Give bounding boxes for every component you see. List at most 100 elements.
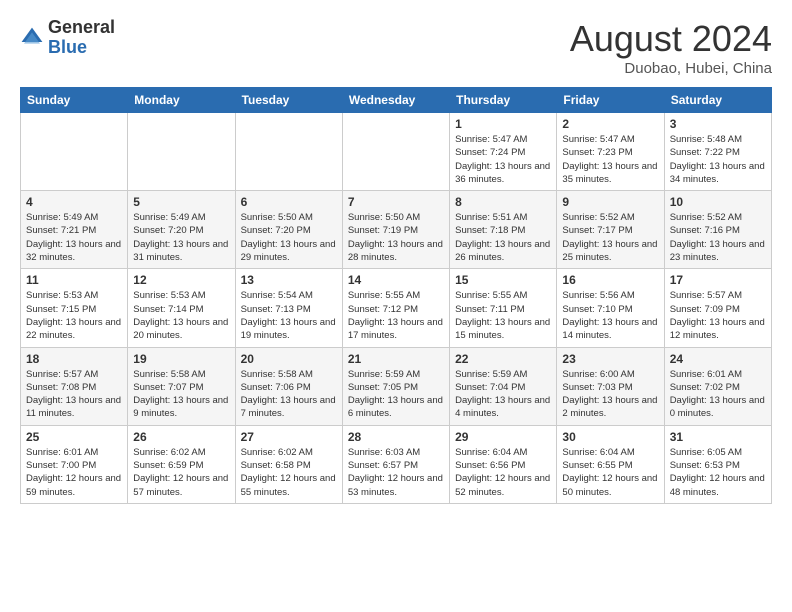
calendar-cell: 31 Sunrise: 6:05 AM Sunset: 6:53 PM Dayli… [664, 425, 771, 503]
day-info: Sunrise: 5:58 AM Sunset: 7:07 PM Dayligh… [133, 368, 229, 421]
day-number: 9 [562, 195, 658, 209]
day-number: 4 [26, 195, 122, 209]
day-info: Sunrise: 6:05 AM Sunset: 6:53 PM Dayligh… [670, 446, 766, 499]
day-number: 2 [562, 117, 658, 131]
day-info: Sunrise: 5:56 AM Sunset: 7:10 PM Dayligh… [562, 289, 658, 342]
calendar-cell: 22Sunrise: 5:59 AM Sunset: 7:04 PM Dayli… [450, 347, 557, 425]
day-info: Sunrise: 5:51 AM Sunset: 7:18 PM Dayligh… [455, 211, 551, 264]
day-number: 3 [670, 117, 766, 131]
calendar-cell: 6 Sunrise: 5:50 AM Sunset: 7:20 PM Daylig… [235, 191, 342, 269]
calendar-cell [21, 113, 128, 191]
day-number: 12 [133, 273, 229, 287]
calendar-cell: 18 Sunrise: 5:57 AM Sunset: 7:08 PM Dayli… [21, 347, 128, 425]
calendar-cell: 5 Sunrise: 5:49 AM Sunset: 7:20 PM Daylig… [128, 191, 235, 269]
day-info: Sunrise: 6:02 AM Sunset: 6:58 PM Dayligh… [241, 446, 337, 499]
calendar-cell [128, 113, 235, 191]
day-info: Sunrise: 5:52 AM Sunset: 7:17 PM Dayligh… [562, 211, 658, 264]
calendar-cell: 9 Sunrise: 5:52 AM Sunset: 7:17 PM Daylig… [557, 191, 664, 269]
day-info: Sunrise: 6:04 AM Sunset: 6:56 PM Dayligh… [455, 446, 551, 499]
weekday-header-wednesday: Wednesday [342, 88, 449, 113]
calendar-cell: 3 Sunrise: 5:48 AM Sunset: 7:22 PM Daylig… [664, 113, 771, 191]
calendar-cell: 19 Sunrise: 5:58 AM Sunset: 7:07 PM Dayli… [128, 347, 235, 425]
day-info: Sunrise: 6:00 AM Sunset: 7:03 PM Dayligh… [562, 368, 658, 421]
calendar-cell: 21 Sunrise: 5:59 AM Sunset: 7:05 PM Dayli… [342, 347, 449, 425]
day-number: 14 [348, 273, 444, 287]
day-number: 6 [241, 195, 337, 209]
day-number: 18 [26, 352, 122, 366]
day-number: 16 [562, 273, 658, 287]
day-info: Sunrise: 5:53 AM Sunset: 7:14 PM Dayligh… [133, 289, 229, 342]
calendar-cell: 26Sunrise: 6:02 AM Sunset: 6:59 PM Dayli… [128, 425, 235, 503]
day-info: Sunrise: 5:49 AM Sunset: 7:20 PM Dayligh… [133, 211, 229, 264]
week-row-2: 4 Sunrise: 5:49 AM Sunset: 7:21 PM Daylig… [21, 191, 772, 269]
day-number: 20 [241, 352, 337, 366]
day-info: Sunrise: 5:59 AM Sunset: 7:05 PM Dayligh… [348, 368, 444, 421]
calendar-cell: 27Sunrise: 6:02 AM Sunset: 6:58 PM Dayli… [235, 425, 342, 503]
day-info: Sunrise: 6:01 AM Sunset: 7:02 PM Dayligh… [670, 368, 766, 421]
weekday-header-thursday: Thursday [450, 88, 557, 113]
day-info: Sunrise: 6:02 AM Sunset: 6:59 PM Dayligh… [133, 446, 229, 499]
day-info: Sunrise: 5:53 AM Sunset: 7:15 PM Dayligh… [26, 289, 122, 342]
calendar-cell: 4 Sunrise: 5:49 AM Sunset: 7:21 PM Daylig… [21, 191, 128, 269]
day-info: Sunrise: 5:48 AM Sunset: 7:22 PM Dayligh… [670, 133, 766, 186]
week-row-3: 11 Sunrise: 5:53 AM Sunset: 7:15 PM Dayli… [21, 269, 772, 347]
weekday-header-tuesday: Tuesday [235, 88, 342, 113]
day-number: 29 [455, 430, 551, 444]
weekday-header-saturday: Saturday [664, 88, 771, 113]
calendar-cell: 10 Sunrise: 5:52 AM Sunset: 7:16 PM Dayli… [664, 191, 771, 269]
logo-text: General Blue [48, 18, 115, 58]
calendar-cell: 20 Sunrise: 5:58 AM Sunset: 7:06 PM Dayli… [235, 347, 342, 425]
day-number: 5 [133, 195, 229, 209]
calendar-cell: 16 Sunrise: 5:56 AM Sunset: 7:10 PM Dayli… [557, 269, 664, 347]
day-info: Sunrise: 5:54 AM Sunset: 7:13 PM Dayligh… [241, 289, 337, 342]
day-number: 15 [455, 273, 551, 287]
day-info: Sunrise: 6:03 AM Sunset: 6:57 PM Dayligh… [348, 446, 444, 499]
week-row-1: 1 Sunrise: 5:47 AM Sunset: 7:24 PM Daylig… [21, 113, 772, 191]
day-info: Sunrise: 5:49 AM Sunset: 7:21 PM Dayligh… [26, 211, 122, 264]
day-info: Sunrise: 5:58 AM Sunset: 7:06 PM Dayligh… [241, 368, 337, 421]
calendar-cell: 15Sunrise: 5:55 AM Sunset: 7:11 PM Dayli… [450, 269, 557, 347]
month-title: August 2024 [570, 18, 772, 60]
calendar-cell [235, 113, 342, 191]
day-number: 17 [670, 273, 766, 287]
calendar-cell [342, 113, 449, 191]
logo-icon [20, 26, 44, 50]
calendar-cell: 28 Sunrise: 6:03 AM Sunset: 6:57 PM Dayli… [342, 425, 449, 503]
day-number: 13 [241, 273, 337, 287]
day-info: Sunrise: 5:57 AM Sunset: 7:08 PM Dayligh… [26, 368, 122, 421]
calendar-cell: 17 Sunrise: 5:57 AM Sunset: 7:09 PM Dayli… [664, 269, 771, 347]
day-info: Sunrise: 5:47 AM Sunset: 7:24 PM Dayligh… [455, 133, 551, 186]
title-block: August 2024 Duobao, Hubei, China [570, 18, 772, 77]
day-number: 31 [670, 430, 766, 444]
day-number: 23 [562, 352, 658, 366]
weekday-header-friday: Friday [557, 88, 664, 113]
day-info: Sunrise: 5:52 AM Sunset: 7:16 PM Dayligh… [670, 211, 766, 264]
day-info: Sunrise: 6:04 AM Sunset: 6:55 PM Dayligh… [562, 446, 658, 499]
day-number: 28 [348, 430, 444, 444]
calendar-cell: 25Sunrise: 6:01 AM Sunset: 7:00 PM Dayli… [21, 425, 128, 503]
day-info: Sunrise: 5:47 AM Sunset: 7:23 PM Dayligh… [562, 133, 658, 186]
day-number: 19 [133, 352, 229, 366]
calendar-table: SundayMondayTuesdayWednesdayThursdayFrid… [20, 87, 772, 504]
day-number: 22 [455, 352, 551, 366]
day-number: 10 [670, 195, 766, 209]
calendar-cell: 12 Sunrise: 5:53 AM Sunset: 7:14 PM Dayli… [128, 269, 235, 347]
day-info: Sunrise: 5:50 AM Sunset: 7:20 PM Dayligh… [241, 211, 337, 264]
calendar-cell: 13 Sunrise: 5:54 AM Sunset: 7:13 PM Dayli… [235, 269, 342, 347]
calendar-cell: 7Sunrise: 5:50 AM Sunset: 7:19 PM Daylig… [342, 191, 449, 269]
calendar-cell: 14Sunrise: 5:55 AM Sunset: 7:12 PM Dayli… [342, 269, 449, 347]
day-number: 11 [26, 273, 122, 287]
day-info: Sunrise: 6:01 AM Sunset: 7:00 PM Dayligh… [26, 446, 122, 499]
logo-blue: Blue [48, 38, 115, 58]
weekday-header-sunday: Sunday [21, 88, 128, 113]
day-info: Sunrise: 5:50 AM Sunset: 7:19 PM Dayligh… [348, 211, 444, 264]
weekday-header-monday: Monday [128, 88, 235, 113]
day-number: 30 [562, 430, 658, 444]
day-number: 21 [348, 352, 444, 366]
day-number: 1 [455, 117, 551, 131]
week-row-4: 18 Sunrise: 5:57 AM Sunset: 7:08 PM Dayli… [21, 347, 772, 425]
calendar-cell: 29 Sunrise: 6:04 AM Sunset: 6:56 PM Dayli… [450, 425, 557, 503]
day-info: Sunrise: 5:57 AM Sunset: 7:09 PM Dayligh… [670, 289, 766, 342]
calendar-cell: 1 Sunrise: 5:47 AM Sunset: 7:24 PM Daylig… [450, 113, 557, 191]
calendar-cell: 30 Sunrise: 6:04 AM Sunset: 6:55 PM Dayli… [557, 425, 664, 503]
